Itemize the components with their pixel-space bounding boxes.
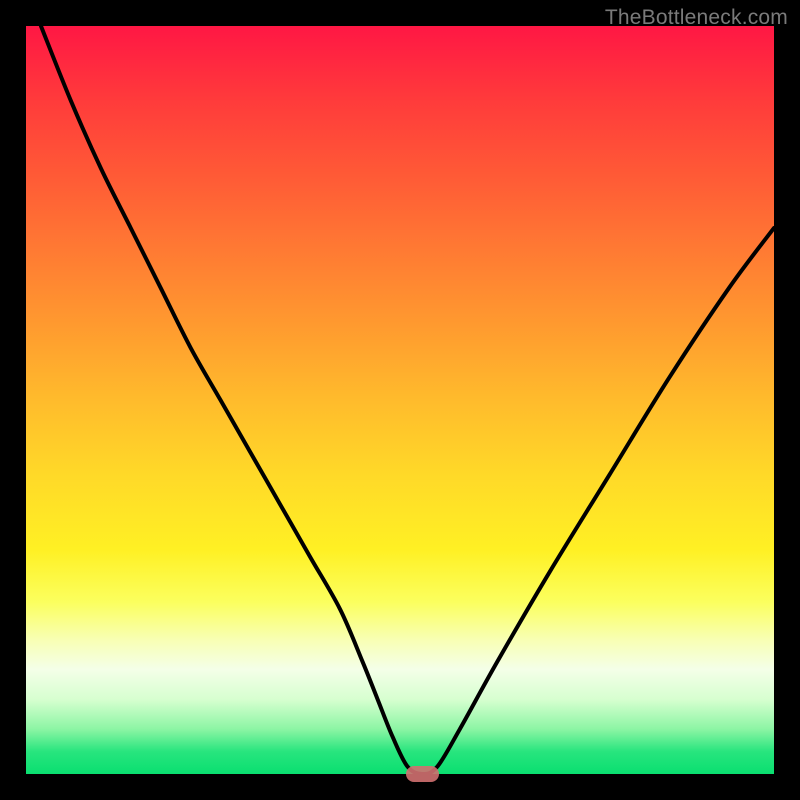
plot-area (26, 26, 774, 774)
bottleneck-curve (26, 26, 774, 774)
chart-stage: TheBottleneck.com (0, 0, 800, 800)
bottleneck-marker (406, 766, 440, 782)
watermark-text: TheBottleneck.com (605, 6, 788, 30)
